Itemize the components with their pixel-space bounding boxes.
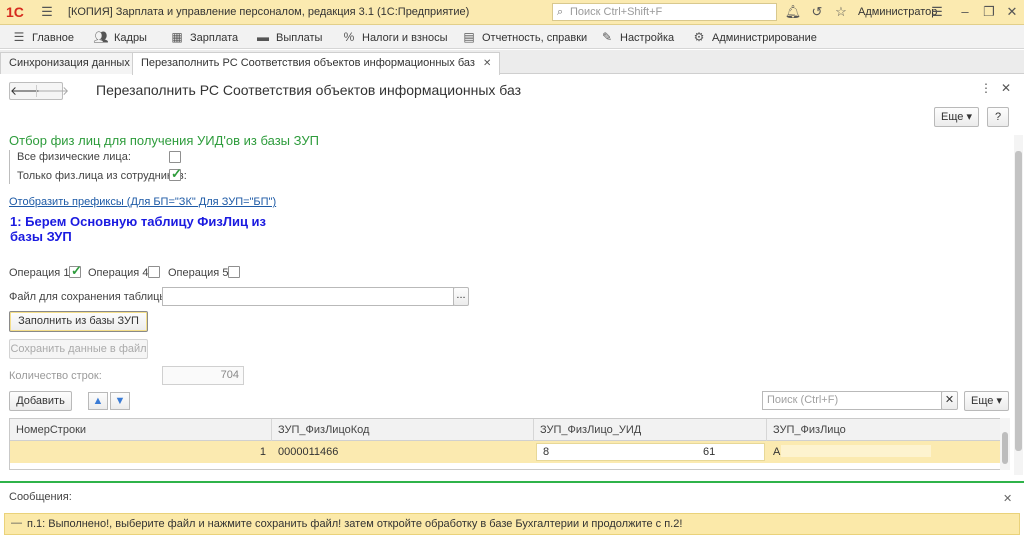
table-more-button[interactable]: Еще ▾ [964,391,1009,411]
cell-row-number: 1 [259,446,266,458]
back-arrow-icon[interactable]: 🡐 [10,84,42,98]
messages-close-icon[interactable]: ✕ [1003,492,1012,505]
op4-label: Операция 4: [88,267,152,279]
op1-checkbox[interactable]: ✓ [69,263,82,278]
report-icon: ▤ [463,30,475,44]
cell-person-code: 0000011466 [278,446,339,458]
all-persons-label: Все физические лица: [17,151,131,163]
message-item[interactable]: — п.1: Выполнено!, выберите файл и нажми… [4,513,1020,535]
table-search-input[interactable]: Поиск (Ctrl+F) [762,391,942,410]
op5-checkbox[interactable] [228,266,240,278]
move-down-icon[interactable]: ▼ [110,392,130,410]
window-title: [КОПИЯ] Зарплата и управление персоналом… [68,6,470,18]
settings-menu-icon[interactable]: ☰ [928,3,946,21]
messages-title: Сообщения: [9,491,72,503]
form-more-icon[interactable]: ⋮ [980,81,992,95]
nav-buttons: 🡐 🡒 [9,82,69,100]
op5-label: Операция 5: [168,267,232,279]
close-window-icon[interactable]: ✕ [1003,3,1021,21]
menu-lines-icon: ☰ [13,30,25,44]
message-text: п.1: Выполнено!, выберите файл и нажмите… [27,518,683,530]
global-search-input[interactable]: ⌕ Поиск Ctrl+Shift+F [552,3,777,21]
table-row[interactable]: 1 0000011466 8 61 А [10,441,1006,463]
user-name[interactable]: Администратор [858,6,937,18]
save-to-file-button[interactable]: Сохранить данные в файл [9,339,148,359]
form-title: Перезаполнить РС Соответствия объектов и… [96,82,522,98]
percent-icon: % [343,30,355,44]
cell-person-name: А [767,441,1006,463]
messages-divider [0,481,1024,483]
add-row-button[interactable]: Добавить [9,391,72,411]
move-up-icon[interactable]: ▲ [88,392,108,410]
only-employees-checkbox[interactable]: ✓ [169,166,182,181]
menu-item-reports[interactable]: ▤ Отчетность, справки [460,25,587,49]
fill-from-zup-button[interactable]: Заполнить из базы ЗУП [9,311,148,332]
column-header[interactable]: ЗУП_ФизЛицо_УИД [534,419,767,441]
step-heading: 1: Берем Основную таблицу ФизЛиц из базы… [10,214,267,244]
menu-item-main[interactable]: ☰ Главное [10,25,74,49]
message-dash-icon: — [11,517,22,529]
all-persons-checkbox[interactable] [169,151,181,163]
people-icon: 👥︎ [93,30,109,44]
browse-button[interactable]: ... [453,287,469,306]
column-header[interactable]: НомерСтроки [10,419,272,441]
star-icon[interactable]: ☆ [832,3,850,21]
menu-item-payments[interactable]: ▬ Выплаты [254,25,322,49]
search-icon: ⌕ [557,6,564,18]
table-header: НомерСтроки ЗУП_ФизЛицоКод ЗУП_ФизЛицо_У… [10,419,1006,441]
clear-search-icon[interactable]: ✕ [941,391,958,410]
help-button[interactable]: ? [987,107,1009,127]
checkmark-icon: ✓ [71,263,82,278]
close-tab-icon[interactable]: ✕ [483,58,491,69]
prefix-link[interactable]: Отобразить префиксы (Для БП="ЗК" Для ЗУП… [9,196,276,208]
file-label: Файл для сохранения таблицы 1: [9,291,180,303]
main-menu-bar: ☰ Главное 👥︎ Кадры ▦ Зарплата ▬ Выплаты % Нал… [0,25,1024,49]
forward-arrow-icon[interactable]: 🡒 [37,84,69,98]
filter-title: Отбор физ лиц для получения УИД'ов из ба… [9,133,319,148]
rows-count-field: 704 [162,366,244,385]
more-button[interactable]: Еще ▾ [934,107,979,127]
op1-label: Операция 1: [9,267,73,279]
calculator-icon: ▦ [171,30,183,44]
history-icon[interactable]: ↺ [808,3,826,21]
restore-icon[interactable]: ❐ [980,3,998,21]
rows-count-label: Количество строк: [9,370,102,382]
tab-refill[interactable]: Перезаполнить РС Соответствия объектов и… [132,52,501,75]
menu-item-taxes[interactable]: % Налоги и взносы [340,25,448,49]
bell-icon[interactable]: 🔔︎ [784,3,802,21]
global-search-placeholder: Поиск Ctrl+Shift+F [570,6,663,18]
table-scrollbar[interactable] [1000,418,1010,470]
hamburger-menu-icon[interactable]: ☰ [38,3,56,21]
checkmark-icon: ✓ [171,166,182,181]
column-header[interactable]: ЗУП_ФизЛицоКод [272,419,534,441]
menu-item-staff[interactable]: 👥︎ Кадры [92,25,147,49]
column-header[interactable]: ЗУП_ФизЛицо [767,419,1006,441]
file-path-input[interactable] [162,287,454,306]
gear-icon: ⚙ [693,30,705,44]
wrench-icon: ✎ [601,30,613,44]
window-title-bar: 1С ☰ [КОПИЯ] Зарплата и управление персо… [0,0,1024,25]
open-tabs-bar: Синхронизация данных✕ Перезаполнить РС С… [0,50,1024,75]
form-scrollbar[interactable] [1014,135,1023,475]
cell-person-uid[interactable]: 8 61 [536,443,765,461]
op4-checkbox[interactable] [148,266,160,278]
menu-item-settings[interactable]: ✎ Настройка [598,25,674,49]
app-logo: 1С [6,4,24,20]
form-close-icon[interactable]: ✕ [1001,81,1011,95]
only-employees-label: Только физ.лица из сотрудников: [17,170,187,182]
menu-item-salary[interactable]: ▦ Зарплата [168,25,238,49]
minimize-icon[interactable]: – [956,3,974,21]
filter-group-line [9,150,10,184]
data-table: НомерСтроки ЗУП_ФизЛицоКод ЗУП_ФизЛицо_У… [9,418,1007,470]
wallet-icon: ▬ [257,30,269,44]
redacted-text [781,445,931,457]
menu-item-admin[interactable]: ⚙ Администрирование [690,25,817,49]
